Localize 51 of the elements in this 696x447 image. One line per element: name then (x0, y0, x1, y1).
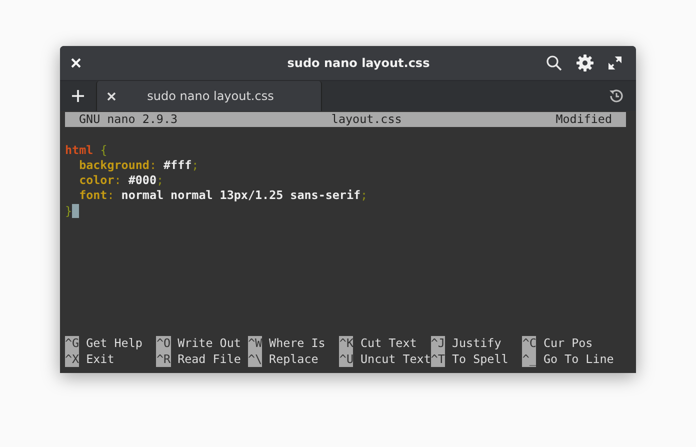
css-property: color (79, 173, 114, 188)
shortcut-key: ^_ (522, 352, 536, 367)
shortcut-label: To Spell (452, 352, 508, 367)
history-icon[interactable] (608, 88, 624, 104)
shortcut-key: ^K (339, 336, 354, 352)
shortcut-label: Cut Text (360, 336, 417, 352)
css-value: normal normal 13px/1.25 sans-serif (121, 188, 361, 202)
css-value: #000 (128, 173, 156, 188)
shortcut-key: ^J (430, 336, 445, 352)
plus-icon[interactable] (72, 90, 84, 102)
css-colon: : (114, 173, 122, 188)
search-icon[interactable] (546, 55, 562, 71)
shortcut-label: Justify (452, 336, 502, 352)
shortcut-key: ^R (156, 352, 171, 367)
shortcut-label: Uncut Text (360, 352, 431, 367)
shortcut-key: ^T (430, 352, 445, 367)
maximize-icon[interactable] (608, 56, 622, 70)
shortcut-label: Get Help (86, 336, 142, 352)
shortcut-label: Exit (86, 352, 114, 367)
css-brace: { (100, 142, 108, 157)
settings-icon[interactable] (576, 54, 594, 72)
css-selector: html (65, 142, 94, 157)
shortcut-key: ^C (522, 336, 536, 352)
shortcut-label: Cur Pos (543, 336, 593, 352)
shortcut-key: ^O (156, 336, 171, 352)
shortcut-key: ^\ (248, 352, 262, 367)
modified-status: Modified (556, 112, 612, 128)
css-colon: : (107, 188, 114, 202)
tab[interactable]: sudo nano layout.css (96, 81, 322, 111)
shortcut-key: ^W (248, 336, 262, 352)
program-version: GNU nano 2.9.3 (79, 112, 178, 128)
css-colon: : (149, 158, 156, 172)
css-semicolon: ; (156, 173, 164, 188)
window-title: sudo nano layout.css (286, 56, 431, 70)
shortcut-key: ^X (65, 352, 80, 367)
file-name: layout.css (331, 112, 402, 128)
shortcut-label: Read File (178, 352, 241, 367)
css-brace: } (65, 204, 72, 218)
text-cursor (72, 204, 80, 218)
shortcut-label: Replace (269, 352, 318, 367)
shortcut-label: Write Out (178, 336, 241, 352)
css-property: font (79, 188, 108, 202)
shortcut-label: Go To Line (543, 352, 614, 367)
close-icon[interactable] (107, 92, 116, 100)
css-property: background (79, 158, 150, 172)
shortcut-label: Where Is (269, 336, 326, 352)
css-value: #fff (164, 158, 192, 172)
css-semicolon: ; (360, 188, 368, 202)
css-semicolon: ; (192, 158, 199, 172)
shortcut-key: ^U (339, 352, 354, 367)
shortcut-key: ^G (65, 336, 80, 352)
